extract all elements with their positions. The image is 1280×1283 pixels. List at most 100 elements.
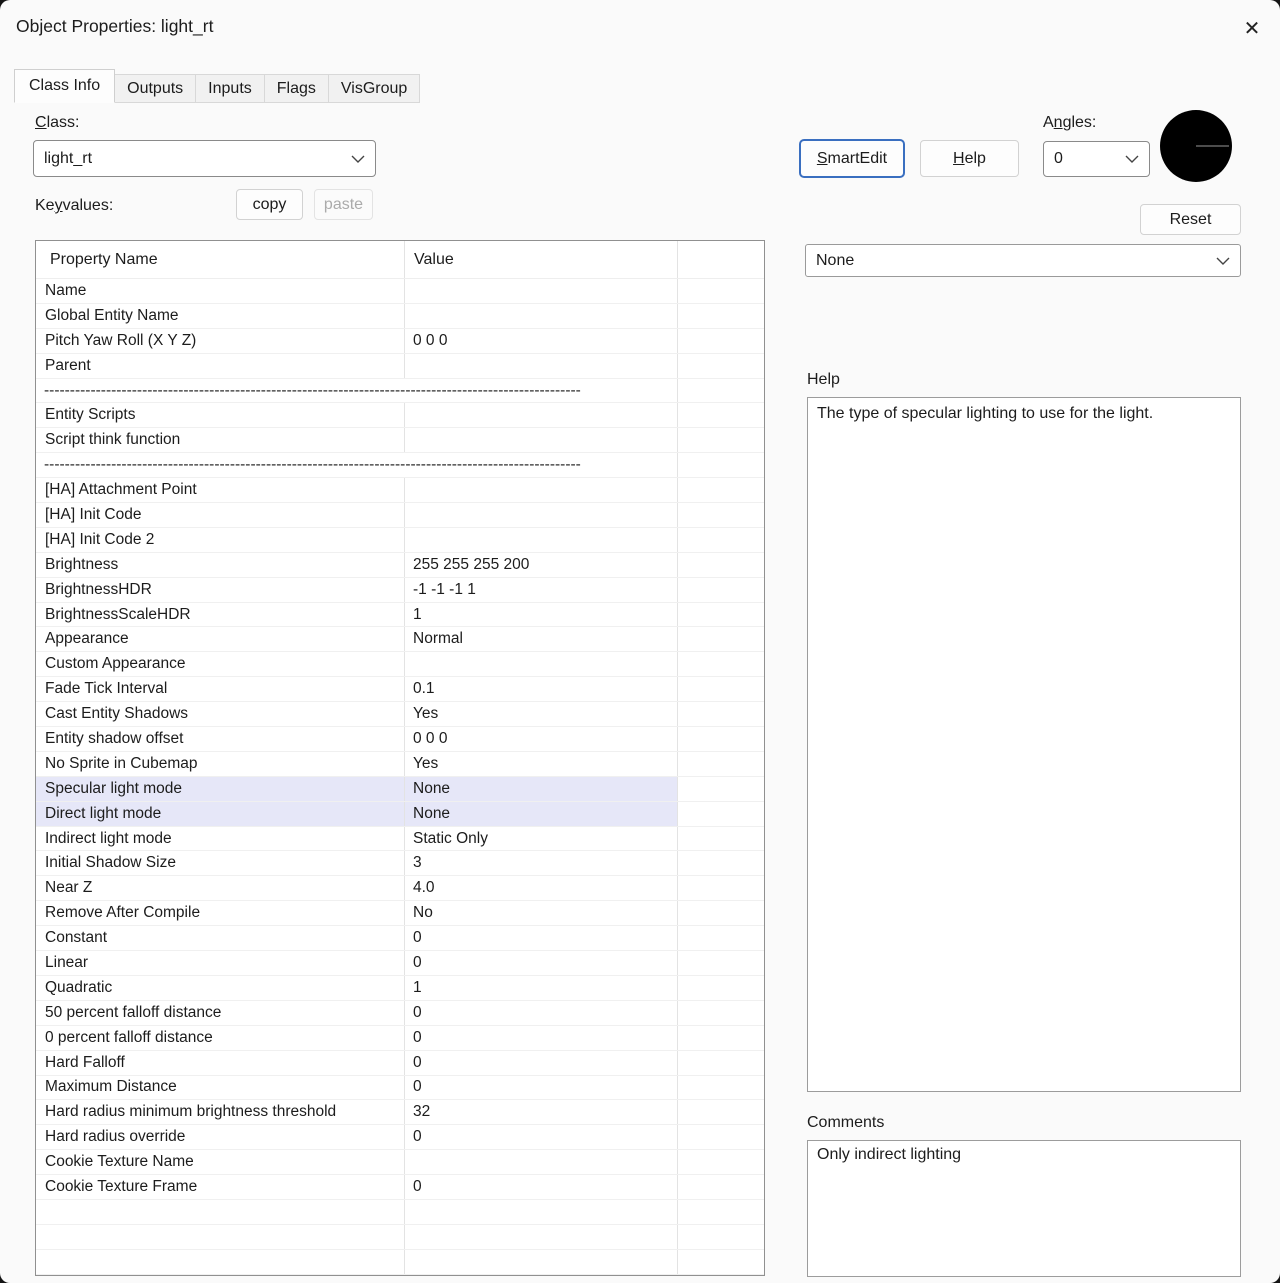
- table-cell-extra: [678, 329, 764, 353]
- comments-textarea[interactable]: Only indirect lighting: [807, 1140, 1241, 1277]
- table-row[interactable]: 50 percent falloff distance0: [36, 1001, 764, 1026]
- class-dropdown[interactable]: light_rt: [33, 140, 376, 177]
- table-cell-extra: [678, 827, 764, 851]
- table-cell-extra: [678, 727, 764, 751]
- table-cell-extra: [678, 1200, 764, 1224]
- property-name-cell: Indirect light mode: [36, 827, 405, 851]
- angles-dropdown[interactable]: 0: [1043, 141, 1150, 177]
- help-button[interactable]: Help: [920, 140, 1019, 177]
- property-name-cell: BrightnessScaleHDR: [36, 603, 405, 627]
- property-value-cell: 0 0 0: [405, 329, 678, 353]
- table-row[interactable]: Pitch Yaw Roll (X Y Z)0 0 0: [36, 329, 764, 354]
- separator-row[interactable]: ----------------------------------------…: [36, 379, 764, 404]
- tab-class-info[interactable]: Class Info: [14, 69, 115, 103]
- table-cell-extra: [678, 304, 764, 328]
- table-cell-extra: [678, 553, 764, 577]
- table-cell-extra: [678, 1150, 764, 1174]
- angle-indicator[interactable]: [1160, 110, 1232, 182]
- table-row[interactable]: Fade Tick Interval0.1: [36, 677, 764, 702]
- reset-button[interactable]: Reset: [1140, 204, 1241, 235]
- property-value-cell: 0: [405, 1076, 678, 1100]
- table-row[interactable]: [36, 1225, 764, 1250]
- value-editor-dropdown[interactable]: None: [805, 244, 1241, 277]
- property-value-cell: No: [405, 901, 678, 925]
- property-value-cell: Normal: [405, 627, 678, 651]
- table-row[interactable]: Specular light modeNone: [36, 777, 764, 802]
- property-value-cell: [405, 478, 678, 502]
- table-cell-extra: [678, 603, 764, 627]
- table-row[interactable]: Cookie Texture Name: [36, 1150, 764, 1175]
- property-name-cell: 0 percent falloff distance: [36, 1026, 405, 1050]
- table-row[interactable]: Cookie Texture Frame0: [36, 1175, 764, 1200]
- table-cell-extra: [678, 901, 764, 925]
- property-name-cell: Hard radius override: [36, 1125, 405, 1149]
- table-row[interactable]: [36, 1200, 764, 1225]
- table-row[interactable]: Hard Falloff0: [36, 1051, 764, 1076]
- property-value-cell: [405, 1200, 678, 1224]
- tab-visgroup[interactable]: VisGroup: [329, 74, 420, 103]
- table-row[interactable]: Initial Shadow Size3: [36, 851, 764, 876]
- table-row[interactable]: No Sprite in CubemapYes: [36, 752, 764, 777]
- tab-flags[interactable]: Flags: [265, 74, 329, 103]
- table-row[interactable]: [HA] Attachment Point: [36, 478, 764, 503]
- table-row[interactable]: Brightness255 255 255 200: [36, 553, 764, 578]
- table-row[interactable]: Custom Appearance: [36, 652, 764, 677]
- header-property-name: Property Name: [36, 241, 405, 278]
- table-row[interactable]: Hard radius override0: [36, 1125, 764, 1150]
- chevron-down-icon: [1216, 257, 1230, 265]
- property-name-cell: Maximum Distance: [36, 1076, 405, 1100]
- table-row[interactable]: 0 percent falloff distance0: [36, 1026, 764, 1051]
- table-row[interactable]: BrightnessHDR-1 -1 -1 1: [36, 578, 764, 603]
- table-cell-extra: [678, 478, 764, 502]
- property-value-cell: 0: [405, 1175, 678, 1199]
- property-value-cell: 1: [405, 976, 678, 1000]
- table-row[interactable]: Direct light modeNone: [36, 802, 764, 827]
- smartedit-button[interactable]: SmartEdit: [800, 140, 904, 177]
- property-name-cell: Specular light mode: [36, 777, 405, 801]
- table-row[interactable]: Near Z4.0: [36, 876, 764, 901]
- property-value-cell: 0: [405, 926, 678, 950]
- table-row[interactable]: Script think function: [36, 428, 764, 453]
- tab-inputs[interactable]: Inputs: [196, 74, 265, 103]
- class-label: Class:: [35, 114, 79, 132]
- table-row[interactable]: Name: [36, 279, 764, 304]
- table-row[interactable]: Entity Scripts: [36, 403, 764, 428]
- property-name-cell: Direct light mode: [36, 802, 405, 826]
- table-row[interactable]: Remove After CompileNo: [36, 901, 764, 926]
- close-icon[interactable]: ✕: [1236, 12, 1268, 44]
- tab-outputs[interactable]: Outputs: [115, 74, 196, 103]
- table-row[interactable]: Parent: [36, 354, 764, 379]
- table-row[interactable]: Quadratic1: [36, 976, 764, 1001]
- table-cell-extra: [678, 1001, 764, 1025]
- property-value-cell: 0: [405, 1026, 678, 1050]
- table-row[interactable]: Global Entity Name: [36, 304, 764, 329]
- table-row[interactable]: Linear0: [36, 951, 764, 976]
- table-row[interactable]: Hard radius minimum brightness threshold…: [36, 1100, 764, 1125]
- table-row[interactable]: AppearanceNormal: [36, 627, 764, 652]
- table-row[interactable]: Maximum Distance0: [36, 1076, 764, 1101]
- property-value-cell: [405, 652, 678, 676]
- table-cell-extra: [678, 876, 764, 900]
- table-cell-extra: [678, 851, 764, 875]
- table-row[interactable]: BrightnessScaleHDR1: [36, 603, 764, 628]
- table-row[interactable]: Entity shadow offset0 0 0: [36, 727, 764, 752]
- comments-label: Comments: [807, 1114, 884, 1132]
- table-cell-extra: [678, 528, 764, 552]
- table-row[interactable]: Indirect light modeStatic Only: [36, 827, 764, 852]
- table-cell-extra: [678, 976, 764, 1000]
- table-cell-extra: [678, 802, 764, 826]
- copy-button[interactable]: copy: [236, 189, 303, 220]
- table-cell-extra: [678, 1100, 764, 1124]
- property-name-cell: Quadratic: [36, 976, 405, 1000]
- table-row[interactable]: [HA] Init Code 2: [36, 528, 764, 553]
- property-name-cell: BrightnessHDR: [36, 578, 405, 602]
- table-row[interactable]: [HA] Init Code: [36, 503, 764, 528]
- paste-button[interactable]: paste: [314, 189, 373, 220]
- table-row[interactable]: Constant0: [36, 926, 764, 951]
- table-row[interactable]: [36, 1250, 764, 1275]
- property-name-cell: 50 percent falloff distance: [36, 1001, 405, 1025]
- property-value-cell: [405, 1150, 678, 1174]
- property-table: Property Name Value NameGlobal Entity Na…: [35, 240, 765, 1276]
- table-row[interactable]: Cast Entity ShadowsYes: [36, 702, 764, 727]
- separator-row[interactable]: ----------------------------------------…: [36, 453, 764, 478]
